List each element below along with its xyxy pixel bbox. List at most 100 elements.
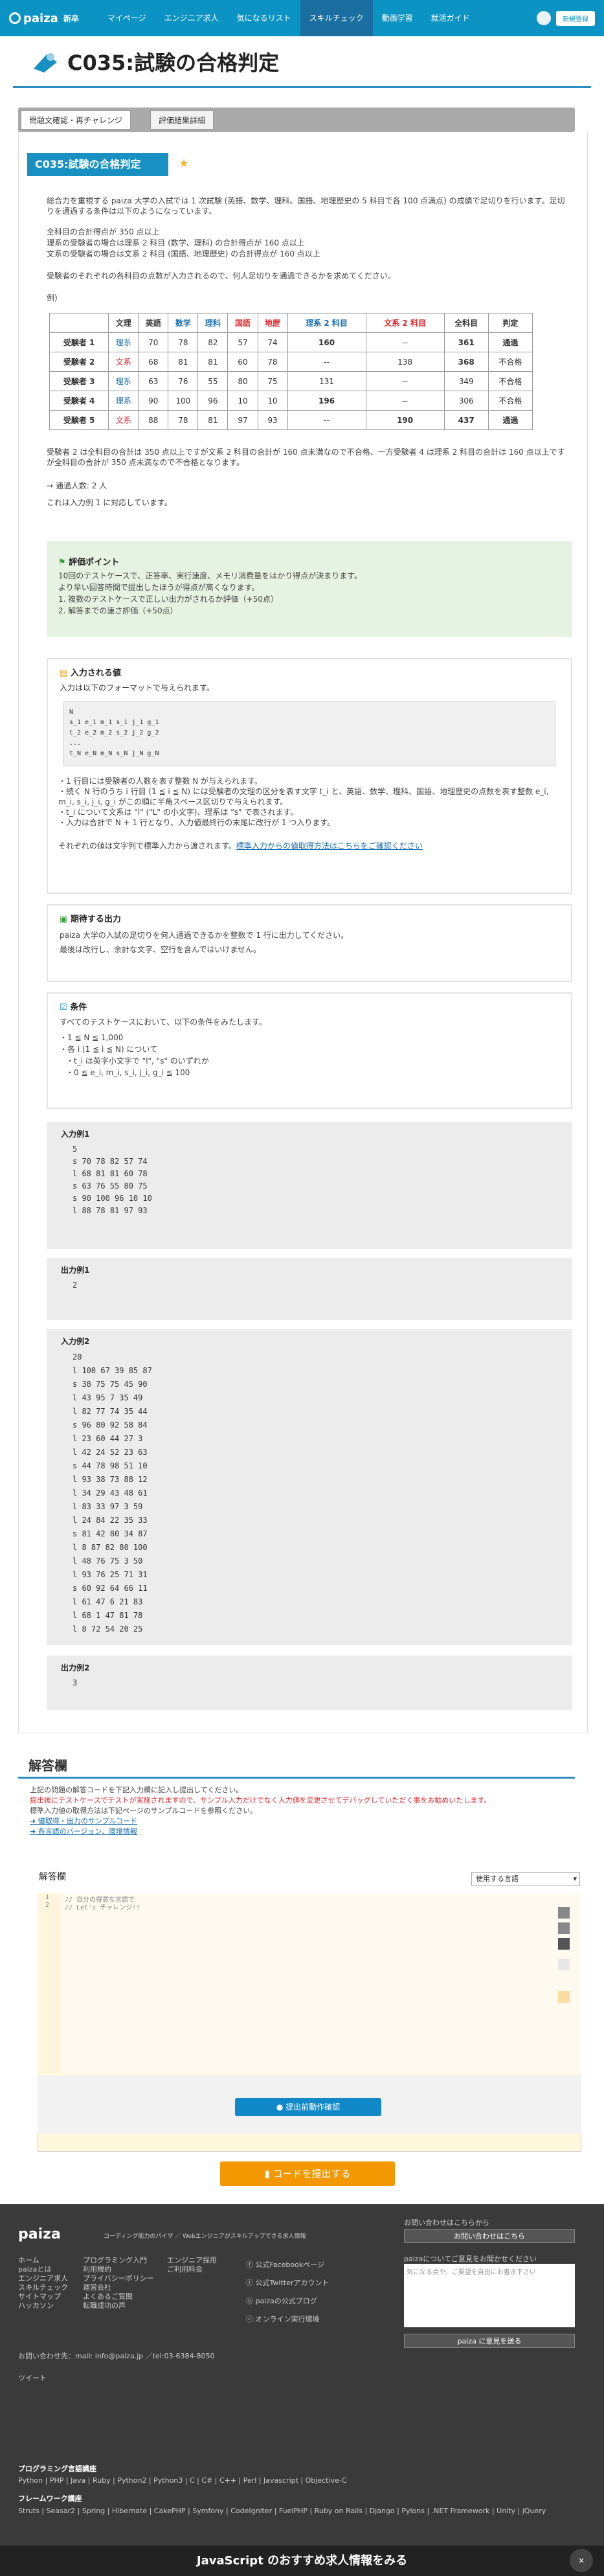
table-cell: 受験者 3	[49, 371, 109, 391]
nav-skillcheck[interactable]: スキルチェック	[300, 0, 373, 36]
footer-link[interactable]: プライバシーポリシー	[83, 2274, 154, 2283]
table-cell: 76	[168, 371, 199, 391]
nav-guide[interactable]: 就活ガイド	[422, 0, 479, 36]
table-cell: 81	[197, 410, 229, 430]
table-cell: 受験者 5	[49, 410, 109, 430]
job-banner[interactable]: JavaScript のおすすめ求人情報をみる	[0, 2546, 604, 2576]
problem-text-2: 全科目の合計得点が 350 点以上	[47, 227, 160, 236]
avatar[interactable]	[537, 11, 551, 25]
cond-item: ・1 ≦ N ≦ 1,000	[60, 1033, 124, 1042]
contact-button[interactable]: お問い合わせはこちら	[404, 2229, 575, 2243]
arrow-icon: ➜	[30, 1827, 38, 1836]
theme-icon[interactable]	[558, 1938, 570, 1950]
stdin-help-link[interactable]: 標準入力からの値取得方法はこちらをご確認ください	[236, 841, 423, 850]
output-title: ▣ 期待する出力	[60, 915, 121, 924]
twitter-link[interactable]: ⓣ 公式Twitterアカウント	[246, 2274, 329, 2292]
nav-watchlist[interactable]: 気になるリスト	[228, 0, 300, 36]
table-cell: --	[365, 332, 445, 352]
table-cell: 93	[257, 410, 288, 430]
input-note: ・続く N 行のうち i 行目 (1 ≦ i ≦ N) には受験者の文理の区分を…	[58, 787, 549, 806]
answer-heading: 解答欄	[18, 1755, 575, 1779]
table-header: 英語	[138, 313, 169, 333]
footer-link[interactable]: サイトマップ	[18, 2292, 68, 2301]
cond-item: ・0 ≦ e_i, m_i, s_i, j_i, g_i ≦ 100	[66, 1068, 190, 1077]
table-header	[49, 313, 109, 333]
editor-label: 解答欄	[39, 1872, 66, 1882]
sample-label: 入力例2	[61, 1337, 90, 1346]
close-icon[interactable]: ×	[570, 2549, 593, 2572]
footer-link[interactable]: ハッカソン	[18, 2301, 68, 2310]
sample-code-link[interactable]: ➜ 値取得・出力のサンプルコード	[30, 1816, 587, 1827]
table-cell: 68	[138, 352, 169, 372]
skillcheck-icon	[34, 52, 57, 73]
register-button[interactable]: 新規登録	[556, 10, 595, 26]
star-icon[interactable]: ★	[179, 157, 189, 170]
footer-link[interactable]: エンジニア求人	[18, 2274, 68, 2283]
footer-link[interactable]: 利用規約	[83, 2265, 154, 2274]
table-header: 文理	[108, 313, 139, 333]
table-cell: 通過	[487, 332, 533, 352]
footer-logo[interactable]: paiza	[18, 2226, 61, 2242]
footer-link[interactable]: スキルチェック	[18, 2283, 68, 2292]
problem-text-9: これは入力例 1 に対応しています。	[47, 498, 172, 507]
framework-course-links[interactable]: Struts | Seasar2 | Spring | Hibernate | …	[18, 2506, 575, 2516]
table-cell: 75	[257, 371, 288, 391]
footer-link[interactable]: ホーム	[18, 2256, 68, 2265]
nav-mypage[interactable]: マイページ	[98, 0, 155, 36]
evaluation-points-box: ⚑ 評価ポイント 10回のテストケースで、正答率、実行速度、メモリ消費量をはかり…	[47, 541, 572, 637]
table-cell: 受験者 4	[49, 391, 109, 411]
table-header: 数学	[168, 313, 199, 333]
input-icon: ▤	[60, 668, 68, 678]
footer-link[interactable]: ご利用料金	[167, 2265, 217, 2274]
check-run-button[interactable]: ● 提出前動作確認	[235, 2098, 381, 2116]
sample-output-2: 出力例2 3	[47, 1656, 572, 1710]
sample-label: 出力例1	[61, 1266, 90, 1275]
footer-link[interactable]: プログラミング入門	[83, 2256, 154, 2265]
problem-text-6: 例)	[47, 293, 58, 302]
table-cell: 63	[138, 371, 169, 391]
zoom-in-icon[interactable]	[558, 1907, 570, 1919]
facebook-icon: ⓕ	[246, 2261, 256, 2269]
editor-gutter	[38, 1893, 61, 2074]
table-cell: 理系	[108, 371, 139, 391]
footer-link[interactable]: 転職成功の声	[83, 2301, 154, 2310]
code-editor[interactable]	[38, 1893, 581, 2074]
lang-course-links[interactable]: Python | PHP | Java | Ruby | Python2 | P…	[18, 2476, 346, 2485]
footer-link[interactable]: エンジニア採用	[167, 2256, 217, 2265]
twitter-icon: ⓣ	[246, 2279, 256, 2287]
problem-text-1: 総合力を重視する paiza 大学の入試では 1 次試験 (英語、数学、理科、国…	[47, 196, 565, 216]
table-cell: 131	[287, 371, 366, 391]
zoom-out-icon[interactable]	[558, 1922, 570, 1934]
table-cell: 10	[257, 391, 288, 411]
table-cell: 97	[227, 410, 258, 430]
footer-tagline: コーディング能力のパイザ ／ Webエンジニアがスキルアップできる求人情報	[104, 2233, 306, 2240]
table-cell: 190	[365, 410, 445, 430]
nav-video[interactable]: 動画学習	[373, 0, 422, 36]
facebook-link[interactable]: ⓕ 公式Facebookページ	[246, 2256, 329, 2274]
tab-results[interactable]: 評価結果詳細	[150, 110, 214, 130]
online-env-link[interactable]: ⓒ オンライン実行環境	[246, 2310, 329, 2329]
example-table: 文理 英語 数学 理科 国語 地歴 理系 2 科目 文系 2 科目 全科目 判定…	[49, 313, 533, 430]
language-info-link[interactable]: ➜ 各言語のバージョン、環境情報	[30, 1827, 587, 1837]
paiza-logo[interactable]: paiza 新卒	[9, 12, 79, 25]
submit-code-button[interactable]: ▮ コードを提出する	[220, 2161, 395, 2186]
table-row: 受験者 5 文系 88 78 81 97 93 -- 190 437 通過	[49, 410, 533, 430]
language-select[interactable]: 使用する言語 ▾	[471, 1872, 580, 1886]
tweet-button[interactable]: ツイート	[18, 2373, 47, 2383]
problem-heading: C035:試験の合格判定	[27, 153, 168, 176]
blog-link[interactable]: ⓑ paizaの公式ブログ	[246, 2292, 329, 2310]
send-opinion-button[interactable]: paiza に意見を送る	[404, 2334, 575, 2348]
table-cell: 349	[443, 371, 489, 391]
footer-link[interactable]: paizaとは	[18, 2265, 68, 2274]
nav-jobs[interactable]: エンジニア求人	[155, 0, 228, 36]
editor-setting-icon[interactable]	[558, 1959, 570, 1970]
opinion-textarea[interactable]: 気になる点や、ご要望を自由にお書き下さい	[404, 2264, 575, 2327]
hint-title: ⚑ 評価ポイント	[58, 558, 120, 567]
cond-title: ☑ 条件	[60, 1003, 87, 1012]
table-cell: 受験者 1	[49, 332, 109, 352]
footer-link[interactable]: よくあるご質問	[83, 2292, 154, 2301]
sample-body: 20 l 100 67 39 85 87 s 38 75 75 45 90 l …	[73, 1352, 152, 1634]
footer-link[interactable]: 運営会社	[83, 2283, 154, 2292]
table-header: 理系 2 科目	[287, 313, 366, 333]
tab-problem[interactable]: 問題文確認・再チャレンジ	[21, 110, 131, 130]
